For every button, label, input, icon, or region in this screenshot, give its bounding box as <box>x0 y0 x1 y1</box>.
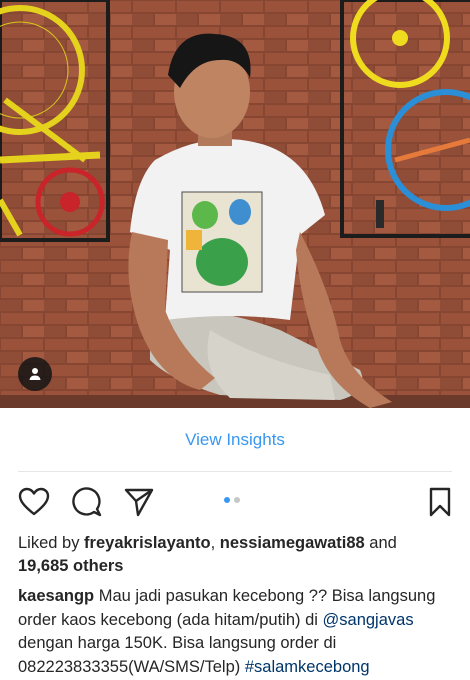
insights-bar: View Insights <box>0 408 470 472</box>
likes-prefix: Liked by <box>18 534 85 552</box>
tag-people-button[interactable] <box>18 357 52 391</box>
post-photo[interactable] <box>0 0 470 408</box>
carousel-dot-2 <box>234 497 240 503</box>
likes-count[interactable]: 19,685 others <box>18 557 123 575</box>
comment-icon[interactable] <box>71 486 103 518</box>
liker-username-1[interactable]: freyakrislayanto <box>84 534 211 552</box>
carousel-indicator <box>224 497 240 503</box>
liker-username-2[interactable]: nessiamegawati88 <box>220 534 365 552</box>
send-icon[interactable] <box>123 486 155 518</box>
divider <box>18 471 452 472</box>
view-insights-link[interactable]: View Insights <box>185 430 285 450</box>
person-tag-icon <box>29 368 41 380</box>
likes-separator: , <box>210 534 220 552</box>
heart-icon[interactable] <box>18 486 50 518</box>
post-caption: kaesangp Mau jadi pasukan kecebong ?? Bi… <box>18 585 463 679</box>
caption-mention[interactable]: @sangjavas <box>323 611 414 629</box>
bookmark-icon[interactable] <box>424 486 456 518</box>
carousel-dot-1 <box>224 497 230 503</box>
caption-username[interactable]: kaesangp <box>18 587 94 605</box>
likes-summary: Liked by freyakrislayanto, nessiamegawat… <box>18 532 458 578</box>
post-image <box>0 0 470 408</box>
likes-and: and <box>364 534 397 552</box>
caption-hashtag[interactable]: #salamkecebong <box>245 658 370 676</box>
